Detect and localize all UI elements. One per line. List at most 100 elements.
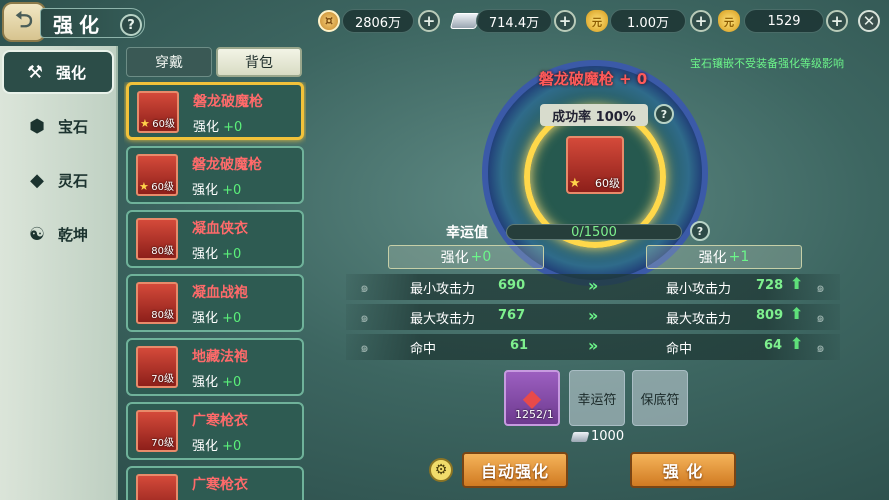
lucky-help-button[interactable]: ?	[690, 221, 710, 241]
star-icon: ★	[569, 176, 581, 191]
item-name: 磐龙破魔枪	[193, 94, 263, 110]
item-enhance: 强化 +0	[192, 371, 241, 390]
swirl-icon: ๑	[360, 340, 369, 356]
armor-icon: 80级	[136, 282, 178, 324]
robe-icon	[136, 474, 178, 500]
item-enhance-label: 强化	[192, 311, 219, 326]
stat-row: ๑ 最小攻击力 690 » 最小攻击力 728 ⬆ ๑	[346, 274, 840, 300]
list-item[interactable]: 70级 广寒枪衣 强化 +0	[126, 402, 304, 460]
add-coin-button[interactable]: +	[418, 10, 440, 32]
item-enhance-value: +0	[223, 120, 243, 135]
sidebar-item-label: 宝石	[58, 117, 89, 136]
currency-silver: 714.4万	[476, 9, 552, 33]
double-arrow-icon: »	[588, 276, 599, 295]
close-button[interactable]: ✕	[858, 10, 880, 32]
item-enhance-value: +0	[222, 183, 242, 198]
tab-equipped-label: 穿戴	[155, 55, 183, 71]
stat-row: ๑ 最大攻击力 767 » 最大攻击力 809 ⬆ ๑	[346, 304, 840, 330]
item-level: 70级	[151, 438, 174, 449]
item-enhance: 强化 +0	[192, 307, 241, 326]
item-level: 60级	[151, 182, 174, 193]
item-name: 广寒枪衣	[192, 413, 248, 429]
stat-after: 809	[756, 308, 784, 323]
auto-enhance-button[interactable]: 自动强化	[462, 452, 568, 488]
stat-after: 728	[756, 278, 784, 293]
gem-icon: ⬢	[29, 115, 45, 137]
stat-before: 690	[498, 278, 526, 293]
lucky-charm-slot[interactable]: 幸运符	[569, 370, 625, 426]
lucky-value: 0/1500	[571, 224, 617, 240]
stat-name: 最大攻击力	[666, 312, 732, 327]
list-item[interactable]: 广寒枪衣	[126, 466, 304, 500]
spear-icon: ★ 60级	[136, 154, 178, 196]
sidebar-item-gem[interactable]: ⬢ 宝石	[6, 104, 114, 148]
sidebar-item-spirit-stone[interactable]: ◆ 灵石	[6, 158, 114, 202]
item-level: 80级	[151, 310, 174, 321]
tab-equipped[interactable]: 穿戴	[126, 47, 212, 77]
item-enhance-value: +0	[222, 439, 242, 454]
tab-backpack[interactable]: 背包	[216, 47, 302, 77]
item-name: 地藏法袍	[192, 349, 248, 365]
lucky-progress: 0/1500	[506, 224, 682, 240]
item-enhance-value: +0	[222, 311, 242, 326]
item-name: 凝血战袍	[192, 285, 248, 301]
list-item[interactable]: 80级 凝血战袍 强化 +0	[126, 274, 304, 332]
item-enhance: 强化 +0	[193, 116, 242, 135]
gold-bar-icon: 元	[718, 10, 740, 32]
enhance-before-value: +0	[470, 249, 492, 265]
up-arrow-icon: ⬆	[790, 274, 804, 293]
rate-help-button[interactable]: ?	[654, 104, 674, 124]
protect-charm-slot[interactable]: 保底符	[632, 370, 688, 426]
item-enhance-label: 强化	[192, 375, 219, 390]
swirl-icon: ๑	[816, 340, 825, 356]
currency-coin: 2806万	[342, 9, 414, 33]
yin-yang-icon: ☯	[28, 223, 46, 245]
cost: 1000	[570, 429, 625, 444]
add-gold-bar-button[interactable]: +	[826, 10, 848, 32]
auto-enhance-label: 自动强化	[480, 462, 549, 481]
list-item[interactable]: ★ 60级 磐龙破魔枪 强化 +0	[126, 82, 304, 140]
close-icon: ✕	[862, 12, 876, 30]
success-rate-text: 成功率 100%	[552, 109, 636, 125]
enhance-button[interactable]: 强 化	[630, 452, 736, 488]
stat-name: 最大攻击力	[410, 312, 476, 327]
list-item[interactable]: ★ 60级 磐龙破魔枪 强化 +0	[126, 146, 304, 204]
item-enhance-label: 强化	[193, 120, 220, 135]
add-silver-button[interactable]: +	[554, 10, 576, 32]
currency-silver-value: 714.4万	[488, 15, 540, 31]
item-enhance-value: +0	[222, 375, 242, 390]
spear-icon: ★ 60级	[137, 91, 179, 133]
list-item[interactable]: 80级 凝血侠衣 强化 +0	[126, 210, 304, 268]
swirl-icon: ๑	[816, 280, 825, 296]
cost-value: 1000	[591, 429, 625, 444]
robe-icon: 70级	[136, 410, 178, 452]
tab-backpack-label: 背包	[245, 55, 273, 71]
enhance-after-label: 强化	[698, 250, 727, 266]
currency-gold-ingot: 1.00万	[610, 9, 686, 33]
list-item[interactable]: 70级 地藏法袍 强化 +0	[126, 338, 304, 396]
forge-item-title: 磐龙破魔枪 + 0	[538, 70, 648, 88]
spirit-stone-icon: ◆	[30, 169, 44, 191]
enhance-after-value: +1	[728, 249, 750, 265]
robe-icon: 70级	[136, 346, 178, 388]
sidebar-item-qiankun[interactable]: ☯ 乾坤	[6, 212, 114, 256]
item-enhance: 强化 +0	[192, 179, 241, 198]
add-gold-ingot-button[interactable]: +	[690, 10, 712, 32]
enhance-after: 强化 +1	[646, 245, 802, 269]
help-button[interactable]: ?	[120, 14, 142, 36]
auto-settings-button[interactable]: ⚙	[429, 458, 453, 482]
swirl-icon: ๑	[360, 280, 369, 296]
item-enhance-label: 强化	[192, 183, 219, 198]
currency-gold-bar: 1529	[744, 9, 824, 33]
sidebar-item-enhance[interactable]: ⚒ 强化	[2, 50, 114, 94]
help-icon: ?	[127, 17, 135, 33]
stat-name: 命中	[410, 342, 437, 357]
forge-item-icon[interactable]: ★ 60级	[566, 136, 624, 194]
currency-gold-ingot-value: 1.00万	[627, 15, 669, 31]
item-enhance-value: +0	[222, 247, 242, 262]
sidebar-item-label: 灵石	[58, 171, 89, 190]
stat-name: 最小攻击力	[666, 282, 732, 297]
double-arrow-icon: »	[588, 306, 599, 325]
anvil-icon: ⚒	[26, 61, 44, 83]
item-level: 80级	[151, 246, 174, 257]
